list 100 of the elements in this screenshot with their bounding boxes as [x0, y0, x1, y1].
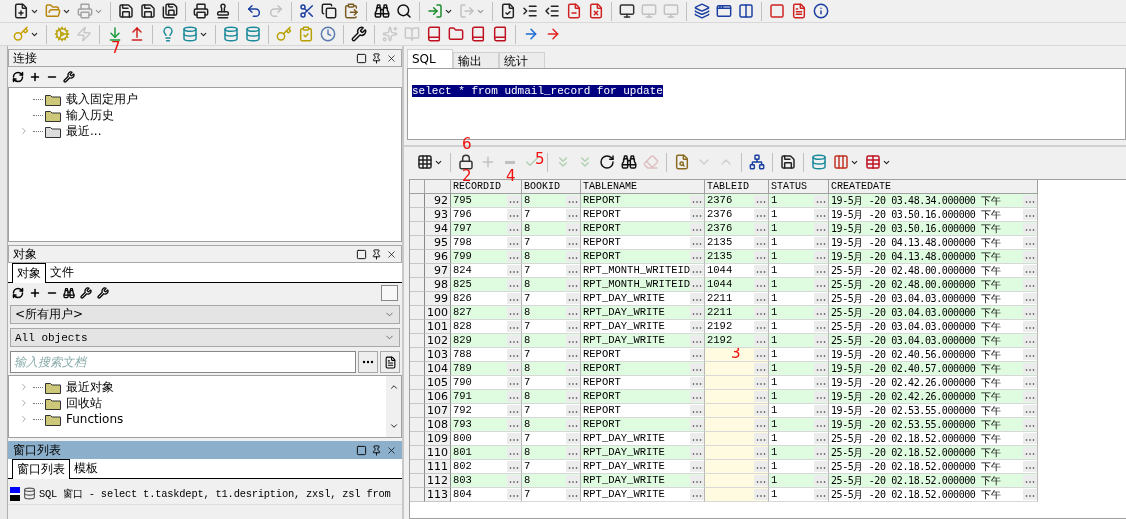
toolbar-button[interactable] [191, 1, 211, 21]
ellipsis-button[interactable] [507, 209, 521, 220]
ellipsis-button[interactable] [566, 223, 580, 234]
row-indicator[interactable] [410, 488, 425, 502]
ellipsis-button[interactable] [507, 265, 521, 276]
table-cell[interactable]: 2211 [705, 292, 769, 306]
row-indicator[interactable] [410, 250, 425, 264]
table-cell[interactable]: 1 [769, 334, 829, 348]
ellipsis-button[interactable] [754, 447, 768, 458]
table-cell[interactable] [705, 474, 769, 488]
table-cell[interactable]: 1044 [705, 278, 769, 292]
refresh-icon[interactable] [12, 71, 24, 83]
ellipsis-button[interactable] [1023, 419, 1037, 430]
table-cell[interactable]: 797 [451, 222, 522, 236]
toggle-button[interactable] [381, 285, 398, 301]
ellipsis-button[interactable] [814, 293, 828, 304]
scroll-up-icon[interactable] [388, 382, 399, 392]
ellipsis-button[interactable] [814, 377, 828, 388]
table-cell[interactable]: 7 [522, 460, 581, 474]
ellipsis-button[interactable] [1023, 461, 1037, 472]
ellipsis-button[interactable] [1023, 251, 1037, 262]
table-cell[interactable]: 826 [451, 292, 522, 306]
ellipsis-button[interactable] [507, 335, 521, 346]
table-cell[interactable]: 1 [769, 250, 829, 264]
table-cell[interactable]: 25-5月 -20 02.18.52.000000 下午 [829, 474, 1038, 488]
table-cell[interactable]: 827 [451, 306, 522, 320]
ellipsis-button[interactable] [754, 461, 768, 472]
table-cell[interactable]: 1 [769, 376, 829, 390]
row-indicator[interactable] [410, 432, 425, 446]
table-cell[interactable]: 19-5月 -20 04.13.48.000000 下午 [829, 236, 1038, 250]
ellipsis-button[interactable] [690, 461, 704, 472]
table-cell[interactable]: 790 [451, 376, 522, 390]
ellipsis-button[interactable] [690, 349, 704, 360]
ellipsis-button[interactable] [754, 405, 768, 416]
table-cell[interactable]: REPORT [581, 208, 705, 222]
ellipsis-button[interactable] [814, 405, 828, 416]
table-cell[interactable]: 19-5月 -20 02.42.26.000000 下午 [829, 376, 1038, 390]
table-cell[interactable] [705, 432, 769, 446]
table-cell[interactable]: 8 [522, 390, 581, 404]
ellipsis-button[interactable] [814, 279, 828, 290]
row-indicator[interactable] [410, 306, 425, 320]
panel-tab[interactable]: 窗口列表 [12, 459, 70, 479]
table-cell[interactable]: 25-5月 -20 02.18.52.000000 下午 [829, 432, 1038, 446]
ellipsis-button[interactable] [754, 279, 768, 290]
document-button[interactable] [380, 351, 400, 373]
table-cell[interactable]: 7 [522, 404, 581, 418]
ellipsis-button[interactable] [507, 433, 521, 444]
table-cell[interactable]: 19-5月 -20 02.42.26.000000 下午 [829, 390, 1038, 404]
ellipsis-button[interactable] [566, 195, 580, 206]
row-indicator[interactable] [410, 404, 425, 418]
scrollbar[interactable] [386, 376, 401, 437]
ellipsis-button[interactable] [566, 251, 580, 262]
ellipsis-button[interactable] [507, 195, 521, 206]
ellipsis-button[interactable] [566, 293, 580, 304]
ellipsis-button[interactable] [1023, 237, 1037, 248]
table-cell[interactable]: 7 [522, 488, 581, 502]
pin-icon[interactable] [371, 248, 382, 260]
ellipsis-button[interactable] [507, 391, 521, 402]
ellipsis-button[interactable] [1023, 447, 1037, 458]
table-cell[interactable]: 25-5月 -20 02.18.52.000000 下午 [829, 446, 1038, 460]
ellipsis-button[interactable] [1023, 349, 1037, 360]
table-cell[interactable] [705, 362, 769, 376]
table-cell[interactable]: 1044 [705, 264, 769, 278]
editor-tab[interactable]: 输出 [453, 52, 499, 68]
ellipsis-button[interactable] [814, 265, 828, 276]
toolbar-button[interactable] [160, 1, 180, 21]
ellipsis-button[interactable] [690, 237, 704, 248]
table-cell[interactable]: REPORT [581, 194, 705, 208]
ellipsis-button[interactable] [754, 363, 768, 374]
ellipsis-button[interactable] [814, 335, 828, 346]
table-cell[interactable]: 19-5月 -20 02.40.57.000000 下午 [829, 362, 1038, 376]
table-cell[interactable]: RPT_DAY_WRITE [581, 292, 705, 306]
row-indicator[interactable] [410, 474, 425, 488]
table-cell[interactable]: 825 [451, 278, 522, 292]
table-cell[interactable] [705, 418, 769, 432]
tool-icon[interactable] [80, 287, 92, 299]
window-list-item[interactable]: SQL 窗口 - select t.taskdept, t1.desription, zxsl, zsl from [8, 483, 402, 505]
ellipsis-button[interactable] [507, 489, 521, 500]
ellipsis-button[interactable] [814, 349, 828, 360]
table-cell[interactable]: RPT_DAY_WRITE [581, 334, 705, 348]
ellipsis-button[interactable] [566, 321, 580, 332]
table-cell[interactable]: 1 [769, 222, 829, 236]
row-indicator[interactable] [410, 460, 425, 474]
ellipsis-button[interactable] [754, 419, 768, 430]
ellipsis-button[interactable] [566, 237, 580, 248]
ellipsis-button[interactable] [690, 447, 704, 458]
ellipsis-button[interactable] [690, 391, 704, 402]
table-cell[interactable]: 1 [769, 278, 829, 292]
table-cell[interactable]: 2135 [705, 236, 769, 250]
row-indicator[interactable] [410, 348, 425, 362]
table-cell[interactable]: 801 [451, 446, 522, 460]
ellipsis-button[interactable] [814, 433, 828, 444]
row-indicator[interactable] [410, 334, 425, 348]
row-indicator[interactable] [410, 278, 425, 292]
table-cell[interactable]: 19-5月 -20 02.53.55.000000 下午 [829, 404, 1038, 418]
ellipsis-button[interactable] [814, 195, 828, 206]
row-indicator[interactable] [410, 292, 425, 306]
table-cell[interactable] [705, 446, 769, 460]
toolbar-button[interactable] [138, 1, 158, 21]
table-cell[interactable] [705, 404, 769, 418]
